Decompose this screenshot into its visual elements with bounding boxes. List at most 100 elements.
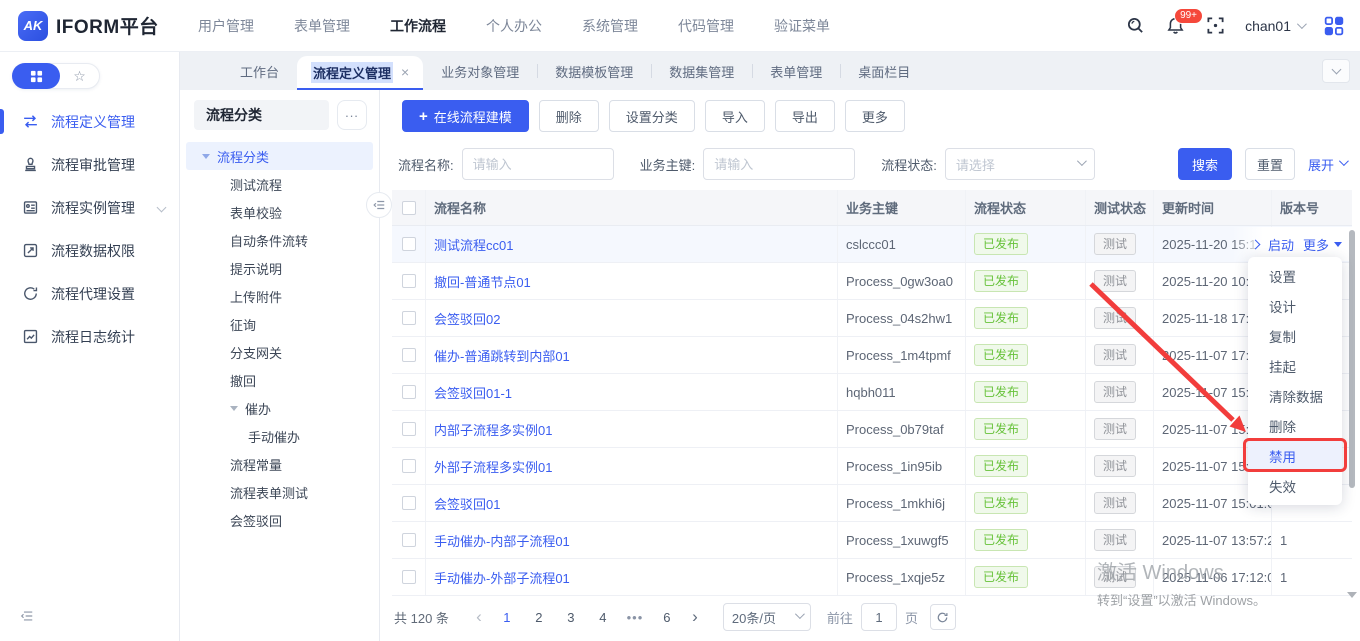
table-row[interactable]: 手动催办-外部子流程01Process_1xqje5z已发布测试2025-11-… bbox=[392, 559, 1352, 596]
menu-item-highlighted[interactable]: 禁用 bbox=[1248, 441, 1342, 471]
category-tree-node[interactable]: 征询 bbox=[180, 310, 379, 338]
search-button[interactable]: 搜索 bbox=[1178, 148, 1232, 180]
process-name-link[interactable]: 内部子流程多实例01 bbox=[434, 420, 552, 439]
tab-close-icon[interactable]: × bbox=[401, 65, 409, 79]
favorites-star-toggle[interactable]: ☆ bbox=[60, 64, 99, 88]
menu-item-normal[interactable]: 复制 bbox=[1248, 321, 1342, 351]
category-tree-node[interactable]: 上传附件 bbox=[180, 282, 379, 310]
row-checkbox[interactable] bbox=[402, 311, 416, 325]
sidebar-item[interactable]: 流程定义管理 bbox=[0, 100, 179, 143]
panel-collapse-button[interactable] bbox=[366, 192, 392, 218]
menu-grid-toggle[interactable] bbox=[12, 63, 60, 89]
table-row[interactable]: 测试流程cc01cslccc01已发布测试2025-11-20 15:1 bbox=[392, 226, 1352, 263]
tab-item[interactable]: 数据集管理 bbox=[651, 52, 752, 90]
toolbar-button[interactable]: 更多 bbox=[845, 100, 905, 132]
process-name-link[interactable]: 手动催办-外部子流程01 bbox=[434, 568, 570, 587]
sidebar-item[interactable]: 流程审批管理 bbox=[0, 143, 179, 186]
top-nav-item[interactable]: 个人办公 bbox=[480, 12, 548, 40]
scrollbar-down-arrow[interactable] bbox=[1347, 592, 1357, 598]
menu-item-normal[interactable]: 清除数据 bbox=[1248, 381, 1342, 411]
goto-page-input[interactable] bbox=[861, 603, 897, 631]
sidebar-item[interactable]: 流程代理设置 bbox=[0, 272, 179, 315]
category-tree-node[interactable]: 流程分类 bbox=[186, 142, 373, 170]
row-checkbox[interactable] bbox=[402, 237, 416, 251]
user-menu[interactable]: chan01 bbox=[1245, 18, 1304, 34]
row-checkbox[interactable] bbox=[402, 533, 416, 547]
tab-item[interactable]: 业务对象管理 bbox=[423, 52, 537, 90]
tab-item[interactable]: 桌面栏目 bbox=[840, 52, 928, 90]
process-name-link[interactable]: 手动催办-内部子流程01 bbox=[434, 531, 570, 550]
process-status-select[interactable]: 请选择 bbox=[945, 148, 1095, 180]
category-tree-node[interactable]: 会签驳回 bbox=[180, 506, 379, 534]
row-checkbox[interactable] bbox=[402, 274, 416, 288]
refresh-button[interactable] bbox=[930, 604, 956, 630]
top-nav-item[interactable]: 系统管理 bbox=[576, 12, 644, 40]
menu-item-normal[interactable]: 挂起 bbox=[1248, 351, 1342, 381]
table-row[interactable]: 撤回-普通节点01Process_0gw3oa0已发布测试2025-11-20 … bbox=[392, 263, 1352, 300]
process-name-link[interactable]: 外部子流程多实例01 bbox=[434, 457, 552, 476]
category-tree-node[interactable]: 撤回 bbox=[180, 366, 379, 394]
page-number[interactable]: 4 bbox=[590, 604, 616, 630]
process-name-input[interactable] bbox=[462, 148, 614, 180]
tab-list-dropdown-button[interactable] bbox=[1322, 59, 1350, 83]
tab-item[interactable]: 工作台 bbox=[222, 52, 297, 90]
process-name-link[interactable]: 撤回-普通节点01 bbox=[434, 272, 531, 291]
more-action-link[interactable]: 更多 bbox=[1303, 235, 1329, 254]
category-more-button[interactable]: ... bbox=[337, 100, 367, 130]
table-row[interactable]: 会签驳回01-1hqbh011已发布测试2025-11-07 15:39:0 bbox=[392, 374, 1352, 411]
start-action-link[interactable]: 启动 bbox=[1268, 235, 1294, 254]
category-tree-node[interactable]: 测试流程 bbox=[180, 170, 379, 198]
category-tree-node[interactable]: 表单校验 bbox=[180, 198, 379, 226]
top-nav-item[interactable]: 验证菜单 bbox=[768, 12, 836, 40]
category-tree-node[interactable]: 分支网关 bbox=[180, 338, 379, 366]
toolbar-button[interactable]: 设置分类 bbox=[609, 100, 695, 132]
prev-page-button[interactable]: ‹ bbox=[467, 607, 491, 627]
category-tree-node[interactable]: 提示说明 bbox=[180, 254, 379, 282]
menu-item-normal[interactable]: 删除 bbox=[1248, 411, 1342, 441]
process-name-link[interactable]: 会签驳回01-1 bbox=[434, 383, 512, 402]
tab-item[interactable]: 数据模板管理 bbox=[537, 52, 651, 90]
category-tree-node[interactable]: 自动条件流转 bbox=[180, 226, 379, 254]
page-size-select[interactable]: 20条/页 bbox=[723, 603, 811, 631]
menu-item-normal[interactable]: 设置 bbox=[1248, 261, 1342, 291]
table-scrollbar[interactable] bbox=[1349, 230, 1355, 488]
next-page-button[interactable]: › bbox=[683, 607, 707, 627]
app-launcher-icon[interactable] bbox=[1324, 16, 1344, 36]
table-row[interactable]: 手动催办-内部子流程01Process_1xuwgf5已发布测试2025-11-… bbox=[392, 522, 1352, 559]
top-nav-item[interactable]: 用户管理 bbox=[192, 12, 260, 40]
create-process-button[interactable]: + 在线流程建模 bbox=[402, 100, 529, 132]
sidebar-item[interactable]: 流程数据权限 bbox=[0, 229, 179, 272]
sidebar-item[interactable]: 流程日志统计 bbox=[0, 315, 179, 358]
row-checkbox[interactable] bbox=[402, 348, 416, 362]
toolbar-button[interactable]: 导入 bbox=[705, 100, 765, 132]
business-key-input[interactable] bbox=[703, 148, 855, 180]
process-name-link[interactable]: 会签驳回02 bbox=[434, 309, 500, 328]
table-row[interactable]: 外部子流程多实例01Process_1in95ib已发布测试2025-11-07… bbox=[392, 448, 1352, 485]
process-name-link[interactable]: 会签驳回01 bbox=[434, 494, 500, 513]
notification-bell-icon[interactable]: 99+ bbox=[1165, 16, 1185, 36]
expand-filters-link[interactable]: 展开 bbox=[1308, 155, 1346, 174]
row-checkbox[interactable] bbox=[402, 385, 416, 399]
row-checkbox[interactable] bbox=[402, 496, 416, 510]
category-tree-node[interactable]: 流程表单测试 bbox=[180, 478, 379, 506]
tree-caret-icon[interactable] bbox=[230, 406, 238, 411]
toolbar-button[interactable]: 删除 bbox=[539, 100, 599, 132]
process-name-link[interactable]: 测试流程cc01 bbox=[434, 235, 513, 254]
top-nav-item[interactable]: 代码管理 bbox=[672, 12, 740, 40]
page-number[interactable]: 3 bbox=[558, 604, 584, 630]
row-checkbox[interactable] bbox=[402, 570, 416, 584]
page-number[interactable]: 1 bbox=[494, 604, 520, 630]
fullscreen-icon[interactable] bbox=[1205, 16, 1225, 36]
top-nav-item[interactable]: 表单管理 bbox=[288, 12, 356, 40]
toolbar-button[interactable]: 导出 bbox=[775, 100, 835, 132]
search-icon[interactable] bbox=[1125, 16, 1145, 36]
sidebar-collapse-icon[interactable] bbox=[20, 609, 40, 629]
page-number[interactable]: 2 bbox=[526, 604, 552, 630]
logo[interactable]: AK IFORM平台 bbox=[18, 11, 178, 41]
table-row[interactable]: 内部子流程多实例01Process_0b79taf已发布测试2025-11-07… bbox=[392, 411, 1352, 448]
category-tree-node[interactable]: 手动催办 bbox=[180, 422, 379, 450]
row-checkbox[interactable] bbox=[402, 422, 416, 436]
page-number[interactable]: 6 bbox=[654, 604, 680, 630]
reset-button[interactable]: 重置 bbox=[1245, 148, 1295, 180]
select-all-checkbox[interactable] bbox=[402, 201, 416, 215]
